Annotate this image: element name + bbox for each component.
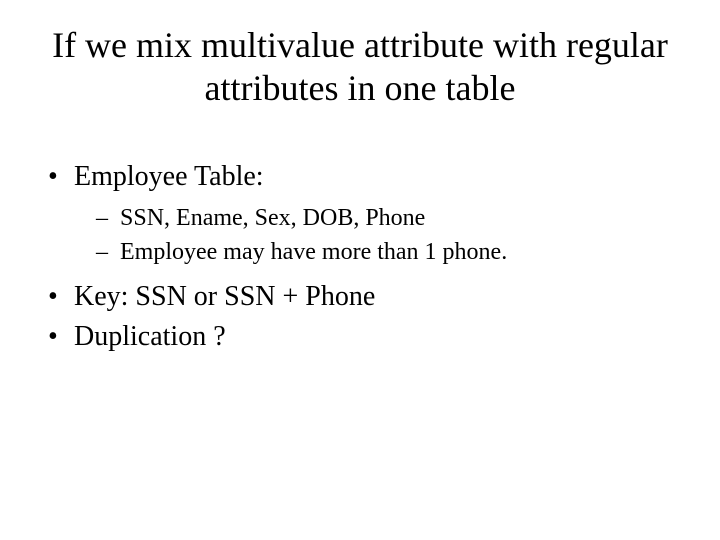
list-item-text: Employee Table: <box>74 161 264 192</box>
slide-title: If we mix multivalue attribute with regu… <box>40 24 680 110</box>
list-item-text: SSN, Ename, Sex, DOB, Phone <box>120 205 425 231</box>
list-item-text: Duplication ? <box>74 321 226 352</box>
list-item: Employee may have more than 1 phone. <box>74 236 680 268</box>
sub-list: SSN, Ename, Sex, DOB, Phone Employee may… <box>74 202 680 268</box>
list-item: Employee Table: SSN, Ename, Sex, DOB, Ph… <box>40 158 680 268</box>
list-item: SSN, Ename, Sex, DOB, Phone <box>74 202 680 234</box>
list-item-text: Key: SSN or SSN + Phone <box>74 281 375 312</box>
list-item: Key: SSN or SSN + Phone <box>40 278 680 316</box>
slide: If we mix multivalue attribute with regu… <box>0 0 720 540</box>
bullet-list: Employee Table: SSN, Ename, Sex, DOB, Ph… <box>40 158 680 355</box>
list-item-text: Employee may have more than 1 phone. <box>120 239 507 265</box>
list-item: Duplication ? <box>40 318 680 356</box>
